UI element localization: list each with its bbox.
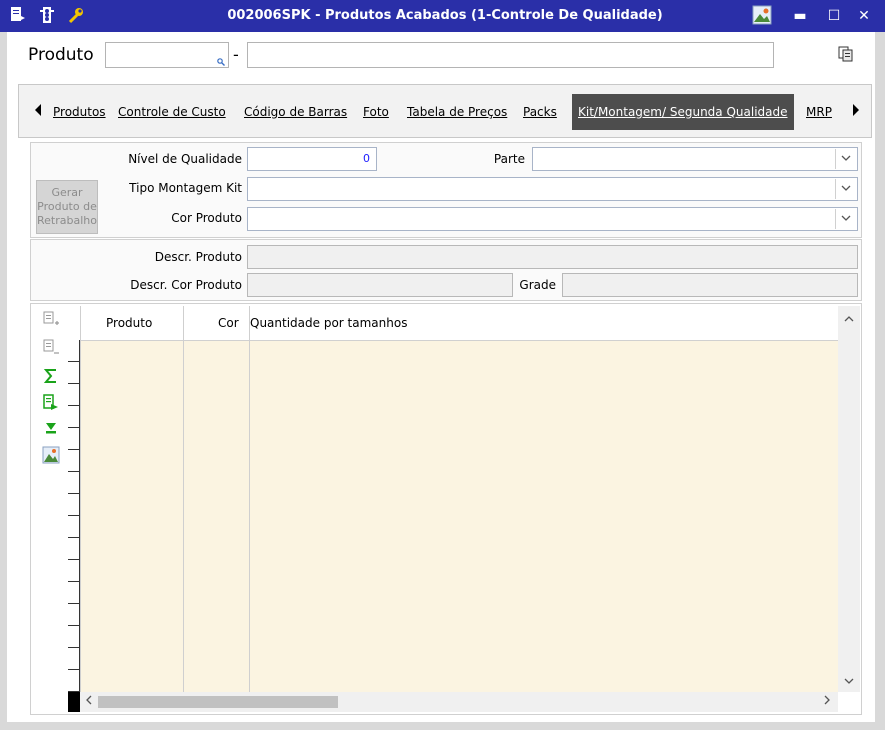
nivel-qualidade-value: 0 xyxy=(363,152,370,165)
close-button[interactable]: ✕ xyxy=(852,5,876,27)
scroll-down-icon[interactable] xyxy=(842,674,856,688)
scroll-right-icon[interactable] xyxy=(820,695,834,709)
grade-field xyxy=(562,273,858,297)
grid-corner xyxy=(68,692,80,712)
tab-foto[interactable]: Foto xyxy=(363,94,389,130)
image-icon[interactable] xyxy=(752,5,772,25)
tab-controle-de-custo[interactable]: Controle de Custo xyxy=(118,94,226,130)
produto-code-input[interactable] xyxy=(105,42,229,68)
parte-label: Parte xyxy=(493,152,525,166)
column-divider xyxy=(249,306,250,692)
row-indicator[interactable] xyxy=(68,450,80,472)
tipo-montagem-kit-select[interactable] xyxy=(247,177,858,201)
export-icon[interactable] xyxy=(40,394,62,412)
produto-label: Produto xyxy=(28,45,94,65)
chevron-down-icon[interactable] xyxy=(835,209,856,229)
row-indicator[interactable] xyxy=(68,384,80,406)
window-title: 002006SPK - Produtos Acabados (1-Control… xyxy=(227,8,663,23)
column-header-cor[interactable]: Cor xyxy=(218,316,239,330)
form-icon[interactable] xyxy=(10,6,26,26)
cor-produto-label: Cor Produto xyxy=(171,211,242,225)
descr-cor-produto-label: Descr. Cor Produto xyxy=(130,278,242,292)
row-indicator[interactable] xyxy=(68,428,80,450)
column-header-produto[interactable]: Produto xyxy=(106,316,152,330)
row-indicator[interactable] xyxy=(68,494,80,516)
nivel-qualidade-label: Nível de Qualidade xyxy=(128,152,242,166)
image-icon[interactable] xyxy=(40,446,62,464)
move-to-bottom-icon[interactable] xyxy=(40,420,62,438)
produto-description-input[interactable] xyxy=(247,42,774,68)
row-indicator[interactable] xyxy=(68,472,80,494)
remove-row-icon[interactable] xyxy=(40,338,62,356)
row-indicator[interactable] xyxy=(68,560,80,582)
tab-tabela-de-precos[interactable]: Tabela de Preços xyxy=(407,94,507,130)
row-indicator[interactable] xyxy=(68,582,80,604)
produto-separator: - xyxy=(233,45,239,64)
column-divider xyxy=(80,306,81,692)
scroll-up-icon[interactable] xyxy=(842,312,856,326)
descr-produto-field xyxy=(247,245,858,269)
tab-scroll-right-icon[interactable] xyxy=(852,104,864,118)
chevron-down-icon[interactable] xyxy=(835,149,856,169)
tab-produtos[interactable]: Produtos xyxy=(53,94,106,130)
column-header-quantidade-por-tamanhos[interactable]: Quantidade por tamanhos xyxy=(250,316,407,330)
grade-label: Grade xyxy=(519,278,556,292)
minimize-button[interactable]: ▬ xyxy=(788,5,812,27)
row-indicator[interactable] xyxy=(68,604,80,626)
traffic-light-icon[interactable] xyxy=(40,6,54,26)
tab-packs[interactable]: Packs xyxy=(523,94,557,130)
tab-scroll-left-icon[interactable] xyxy=(34,104,46,118)
tab-kit-montagem-segunda-qualidade[interactable]: Kit/Montagem/ Segunda Qualidade xyxy=(572,94,794,130)
search-icon[interactable] xyxy=(217,58,225,66)
row-indicator[interactable] xyxy=(68,538,80,560)
tipo-montagem-kit-label: Tipo Montagem Kit xyxy=(129,181,242,195)
row-indicator[interactable] xyxy=(68,516,80,538)
title-bar: 002006SPK - Produtos Acabados (1-Control… xyxy=(0,0,885,32)
column-divider xyxy=(183,306,184,692)
descr-produto-label: Descr. Produto xyxy=(154,250,242,264)
vertical-scrollbar[interactable] xyxy=(838,306,860,692)
chevron-down-icon[interactable] xyxy=(835,179,856,199)
maximize-button[interactable]: ☐ xyxy=(822,5,846,27)
sum-icon[interactable] xyxy=(40,368,62,386)
row-indicator[interactable] xyxy=(68,406,80,428)
nivel-qualidade-input[interactable]: 0 xyxy=(247,147,377,171)
row-indicator[interactable] xyxy=(68,340,80,362)
row-indicator[interactable] xyxy=(68,626,80,648)
tab-mrp[interactable]: MRP xyxy=(806,94,832,130)
copy-icon[interactable] xyxy=(838,46,854,62)
horizontal-scroll-thumb[interactable] xyxy=(98,696,338,708)
row-indicator[interactable] xyxy=(68,670,80,692)
parte-select[interactable] xyxy=(532,147,858,171)
scroll-left-icon[interactable] xyxy=(82,695,96,709)
cor-produto-select[interactable] xyxy=(247,207,858,231)
descr-cor-produto-field xyxy=(247,273,513,297)
tab-codigo-de-barras[interactable]: Código de Barras xyxy=(244,94,347,130)
add-row-icon[interactable] xyxy=(40,310,62,328)
wrench-icon[interactable] xyxy=(68,6,84,26)
gerar-produto-retrabalho-button[interactable]: Gerar Produto de Retrabalho xyxy=(36,180,98,234)
row-indicator[interactable] xyxy=(68,648,80,670)
row-indicator[interactable] xyxy=(68,362,80,384)
horizontal-scrollbar[interactable] xyxy=(80,692,838,712)
